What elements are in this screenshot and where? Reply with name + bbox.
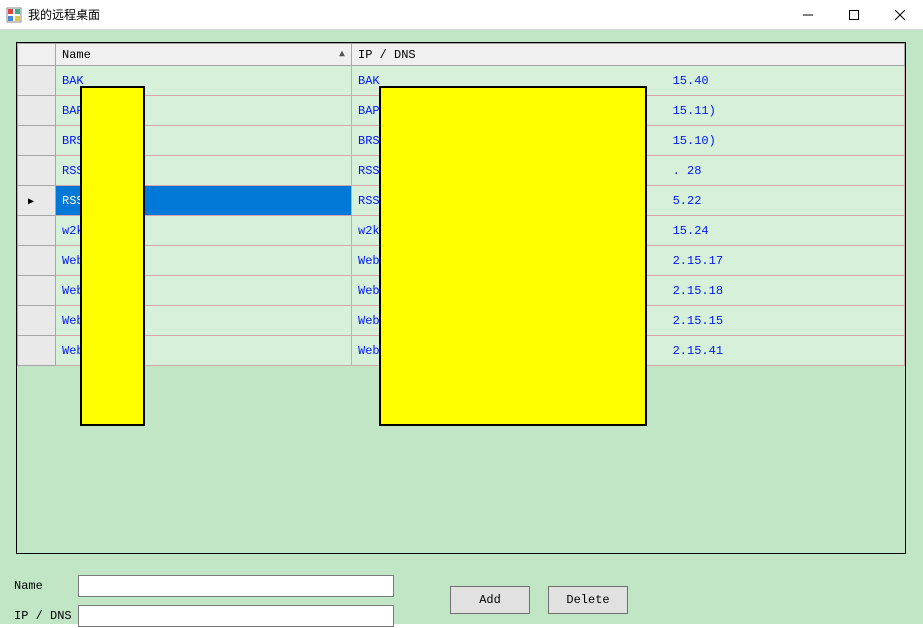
sort-asc-icon: ▲ <box>339 49 345 60</box>
row-header[interactable] <box>18 336 56 366</box>
cell-ip-right: 2.15.41 <box>673 344 723 358</box>
cell-ip-right: 15.10) <box>673 134 716 148</box>
row-header-corner[interactable] <box>18 44 56 66</box>
row-header[interactable] <box>18 126 56 156</box>
close-button[interactable] <box>877 0 923 29</box>
delete-button[interactable]: Delete <box>548 586 628 614</box>
cell-ip-left: Web <box>358 314 380 328</box>
cell-ip-right: 5.22 <box>673 194 702 208</box>
column-header-ip-label: IP / DNS <box>358 48 416 62</box>
cell-ip-left: BRS <box>358 134 380 148</box>
cell-ip-right: 15.24 <box>673 224 709 238</box>
cell-ip-left: Web <box>358 284 380 298</box>
cell-ip-left: RSS <box>358 164 380 178</box>
cell-ip-right: 2.15.15 <box>673 314 723 328</box>
maximize-button[interactable] <box>831 0 877 29</box>
name-field[interactable] <box>78 575 394 597</box>
column-header-name[interactable]: Name ▲ <box>56 44 352 66</box>
row-header[interactable] <box>18 306 56 336</box>
cell-ip-left: BAK <box>358 74 380 88</box>
ip-label: IP / DNS <box>14 609 78 623</box>
current-row-indicator-icon: ▸ <box>28 193 34 208</box>
row-header[interactable] <box>18 96 56 126</box>
row-header[interactable] <box>18 156 56 186</box>
cell-ip-left: Web <box>358 344 380 358</box>
title-bar: 我的远程桌面 <box>0 0 923 30</box>
cell-ip-right: 2.15.18 <box>673 284 723 298</box>
cell-ip-right: 15.40 <box>673 74 709 88</box>
cell-ip-left: Web <box>358 254 380 268</box>
client-area: Name ▲ IP / DNS BAKBAK15.40BAPBAP15.11)B… <box>0 30 923 624</box>
row-header[interactable]: ▸ <box>18 186 56 216</box>
redaction-overlay <box>80 86 145 426</box>
add-button[interactable]: Add <box>450 586 530 614</box>
row-header[interactable] <box>18 216 56 246</box>
row-header[interactable] <box>18 66 56 96</box>
cell-ip-right: 2.15.17 <box>673 254 723 268</box>
row-header[interactable] <box>18 246 56 276</box>
cell-ip-left: RSS <box>358 194 380 208</box>
column-header-name-label: Name <box>62 48 91 62</box>
column-header-ip[interactable]: IP / DNS <box>352 44 905 66</box>
cell-ip-right: . 28 <box>673 164 702 178</box>
cell-ip-left: BAP <box>358 104 380 118</box>
redaction-overlay <box>379 86 647 426</box>
window-title: 我的远程桌面 <box>28 6 100 23</box>
row-header[interactable] <box>18 276 56 306</box>
cell-ip-right: 15.11) <box>673 104 716 118</box>
name-label: Name <box>14 579 78 593</box>
app-icon <box>6 7 22 23</box>
minimize-button[interactable] <box>785 0 831 29</box>
cell-ip-left: w2k <box>358 224 380 238</box>
